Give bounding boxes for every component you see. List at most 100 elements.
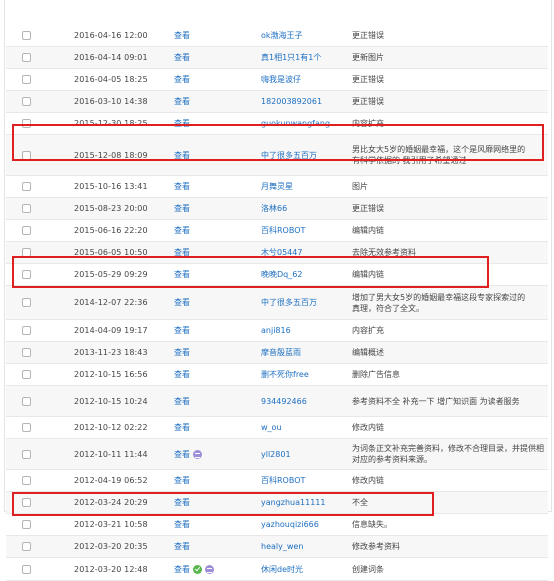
revision-time: 2014-04-09 19:17 (74, 326, 148, 335)
table-row: 2014-04-09 19:17 查看 anji816 内容扩充 (6, 320, 548, 342)
editor-link[interactable]: 中了很多五百万 (261, 297, 317, 308)
editor-link[interactable]: 182003892061 (261, 96, 322, 107)
edit-reason: 不全 (352, 498, 368, 507)
edit-reason: 男比女大5岁的婚姻最幸福，这个是风靡网络里的 有科学依据的 我引用了希望通过 (352, 145, 526, 165)
edit-reason: 修改参考资料 (352, 542, 400, 551)
edit-reason: 为词条正文补充完善资料，修改不合理目录，并提供相对应的参考资料来源。 (352, 444, 544, 464)
view-link[interactable]: 查看 (174, 449, 190, 460)
view-link[interactable]: 查看 (174, 203, 190, 214)
view-link[interactable]: 查看 (174, 475, 190, 486)
table-row: 2012-10-12 02:22 查看 w_ou 修改内链 (6, 417, 548, 439)
table-row: 2015-08-23 20:00 查看 洛林66 更正错误 (6, 198, 548, 220)
row-checkbox[interactable] (21, 248, 31, 257)
view-link[interactable]: 查看 (174, 564, 190, 575)
editor-link[interactable]: 木兮05447 (261, 247, 302, 258)
table-row: 2015-05-29 09:29 查看 晚晚Dq_62 编辑内链 (6, 264, 548, 286)
revision-time: 2016-03-10 14:38 (74, 97, 148, 106)
view-link[interactable]: 查看 (174, 269, 190, 280)
row-checkbox[interactable] (21, 370, 31, 379)
row-checkbox[interactable] (21, 449, 31, 459)
editor-link[interactable]: yangzhua11111 (261, 497, 325, 508)
row-checkbox[interactable] (21, 298, 31, 307)
view-link[interactable]: 查看 (174, 181, 190, 192)
view-link[interactable]: 查看 (174, 247, 190, 258)
row-checkbox[interactable] (21, 182, 31, 191)
revision-time: 2013-11-23 18:43 (74, 348, 148, 357)
row-checkbox[interactable] (21, 520, 31, 529)
row-checkbox[interactable] (21, 270, 31, 279)
row-checkbox[interactable] (21, 226, 31, 235)
row-checkbox[interactable] (21, 542, 31, 551)
revision-time: 2012-10-15 10:24 (74, 396, 148, 406)
edit-reason: 修改内链 (352, 476, 384, 485)
edit-reason: 内容扩充 (352, 326, 384, 335)
edit-reason: 更正错误 (352, 75, 384, 84)
editor-link[interactable]: 删不死你free (261, 369, 309, 380)
table-row: 2015-06-16 22:20 查看 百科ROBOT 编辑内链 (6, 220, 548, 242)
row-checkbox[interactable] (21, 204, 31, 213)
row-checkbox[interactable] (21, 119, 31, 128)
view-link[interactable]: 查看 (174, 347, 190, 358)
editor-link[interactable]: 摩音殷蓝雨 (261, 347, 301, 358)
view-link[interactable]: 查看 (174, 74, 190, 85)
view-link[interactable]: 查看 (174, 422, 190, 433)
revision-time: 2016-04-05 18:25 (74, 75, 148, 84)
row-checkbox[interactable] (21, 476, 31, 485)
row-checkbox[interactable] (21, 348, 31, 357)
editor-link[interactable]: healy_wen (261, 541, 303, 552)
editor-link[interactable]: yazhouqizi666 (261, 519, 319, 530)
row-checkbox[interactable] (21, 97, 31, 106)
view-link[interactable]: 查看 (174, 497, 190, 508)
revision-time: 2015-08-23 20:00 (74, 204, 148, 213)
table-row: 2012-10-11 11:44 查看 yll2801 为词条正文补充完善资料，… (6, 439, 548, 470)
editor-link[interactable]: 中了很多五百万 (261, 150, 317, 161)
view-link[interactable]: 查看 (174, 225, 190, 236)
row-checkbox[interactable] (21, 396, 31, 406)
revision-time: 2012-03-20 20:35 (74, 542, 148, 551)
view-link[interactable]: 查看 (174, 52, 190, 63)
table-row: 2012-10-15 10:24 查看 934492466 参考资料不全 补充一… (6, 386, 548, 417)
compare-badge-icon[interactable] (193, 449, 202, 459)
view-link[interactable]: 查看 (174, 519, 190, 530)
view-link[interactable]: 查看 (174, 396, 190, 407)
editor-link[interactable]: 月舞灵星 (261, 181, 293, 192)
view-link[interactable]: 查看 (174, 96, 190, 107)
editor-link[interactable]: 934492466 (261, 396, 307, 407)
row-checkbox[interactable] (21, 75, 31, 84)
row-checkbox[interactable] (21, 53, 31, 62)
edit-reason: 修改内链 (352, 423, 384, 432)
row-checkbox[interactable] (21, 326, 31, 335)
editor-link[interactable]: 晚晚Dq_62 (261, 269, 302, 280)
table-row: 2015-12-08 18:09 查看 中了很多五百万 男比女大5岁的婚姻最幸福… (6, 135, 548, 176)
view-link[interactable]: 查看 (174, 325, 190, 336)
editor-link[interactable]: 嗨我是波仔 (261, 74, 301, 85)
view-link[interactable]: 查看 (174, 150, 190, 161)
row-checkbox[interactable] (21, 564, 31, 574)
editor-link[interactable]: ok渤海王子 (261, 30, 303, 41)
compare-badge-icon[interactable] (205, 564, 214, 574)
view-link[interactable]: 查看 (174, 118, 190, 129)
row-checkbox[interactable] (21, 498, 31, 507)
edit-reason: 编辑概述 (352, 348, 384, 357)
check-badge-icon[interactable] (193, 564, 202, 574)
view-link[interactable]: 查看 (174, 369, 190, 380)
revision-time: 2015-10-16 13:41 (74, 182, 148, 191)
row-checkbox[interactable] (21, 30, 31, 40)
editor-link[interactable]: 休闲de时光 (261, 564, 303, 575)
editor-link[interactable]: 百科ROBOT (261, 475, 305, 486)
edit-reason: 内容扩充 (352, 119, 384, 128)
editor-link[interactable]: yll2801 (261, 449, 291, 460)
editor-link[interactable]: 真1相1只1有1个 (261, 52, 321, 63)
view-link[interactable]: 查看 (174, 541, 190, 552)
view-link[interactable]: 查看 (174, 297, 190, 308)
view-link[interactable]: 查看 (174, 30, 190, 41)
edit-reason: 参考资料不全 补充一下 增广知识面 为读者服务 (352, 396, 520, 406)
editor-link[interactable]: 洛林66 (261, 203, 287, 214)
editor-link[interactable]: w_ou (261, 422, 282, 433)
editor-link[interactable]: anji816 (261, 325, 291, 336)
row-checkbox[interactable] (21, 150, 31, 160)
editor-link[interactable]: 百科ROBOT (261, 225, 305, 236)
revision-time: 2012-03-24 20:29 (74, 498, 148, 507)
row-checkbox[interactable] (21, 423, 31, 432)
editor-link[interactable]: guokunwangfang (261, 118, 330, 129)
